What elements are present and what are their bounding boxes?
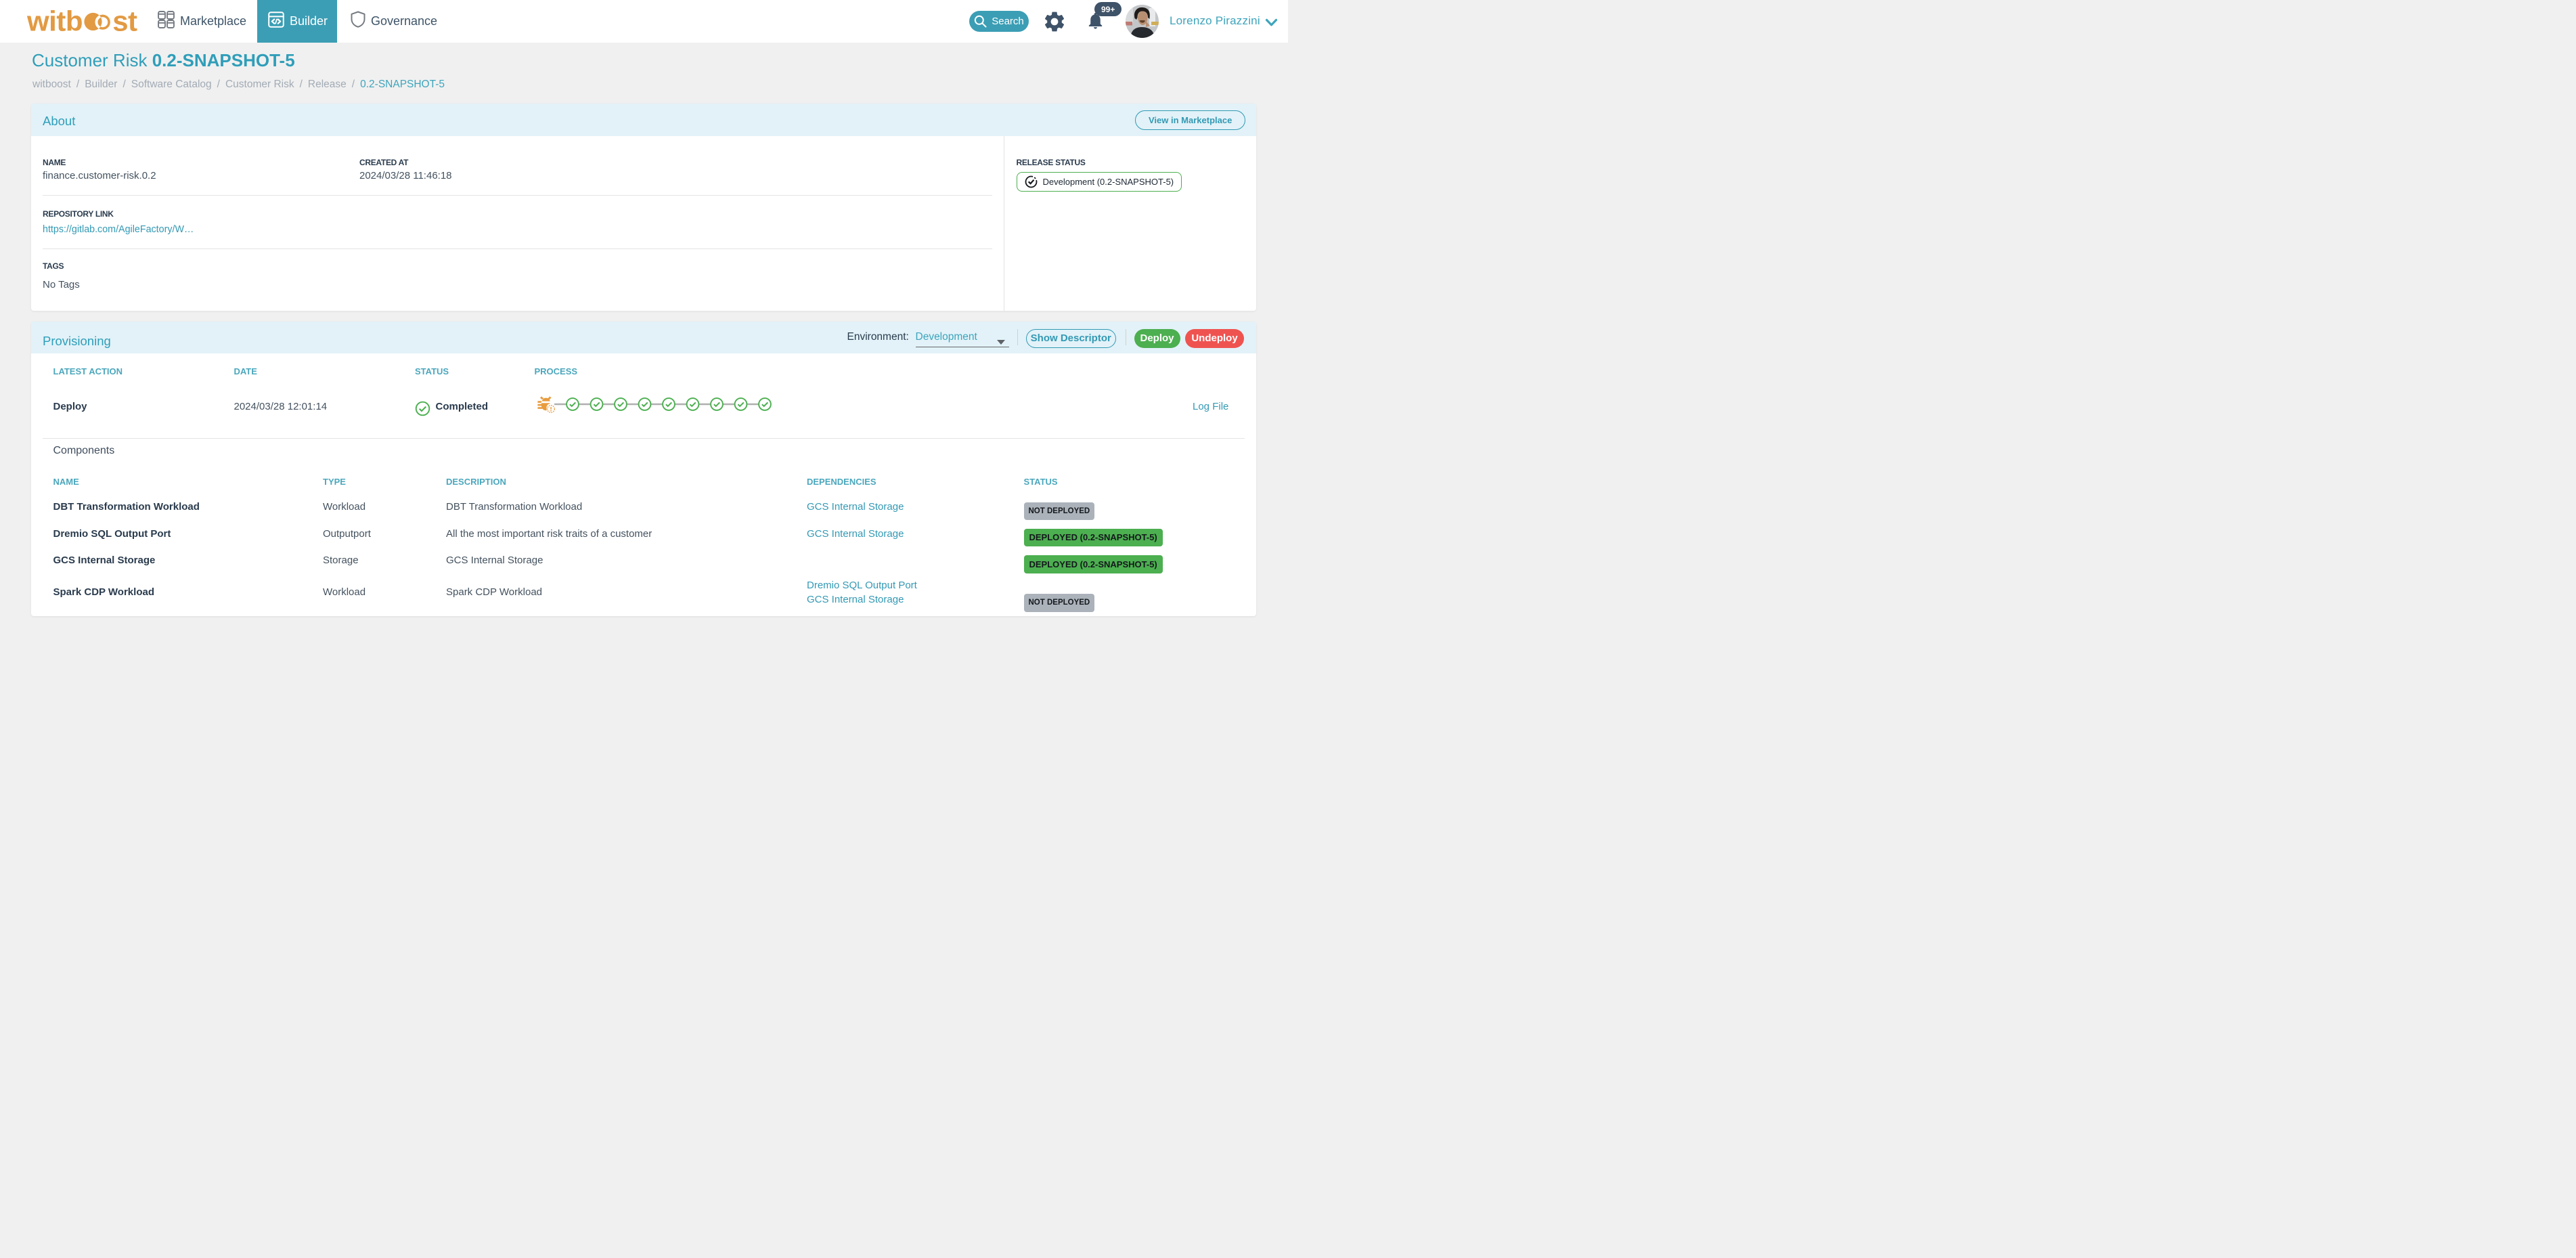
- svg-text:witb: witb: [27, 9, 83, 36]
- svg-text:st: st: [112, 9, 137, 36]
